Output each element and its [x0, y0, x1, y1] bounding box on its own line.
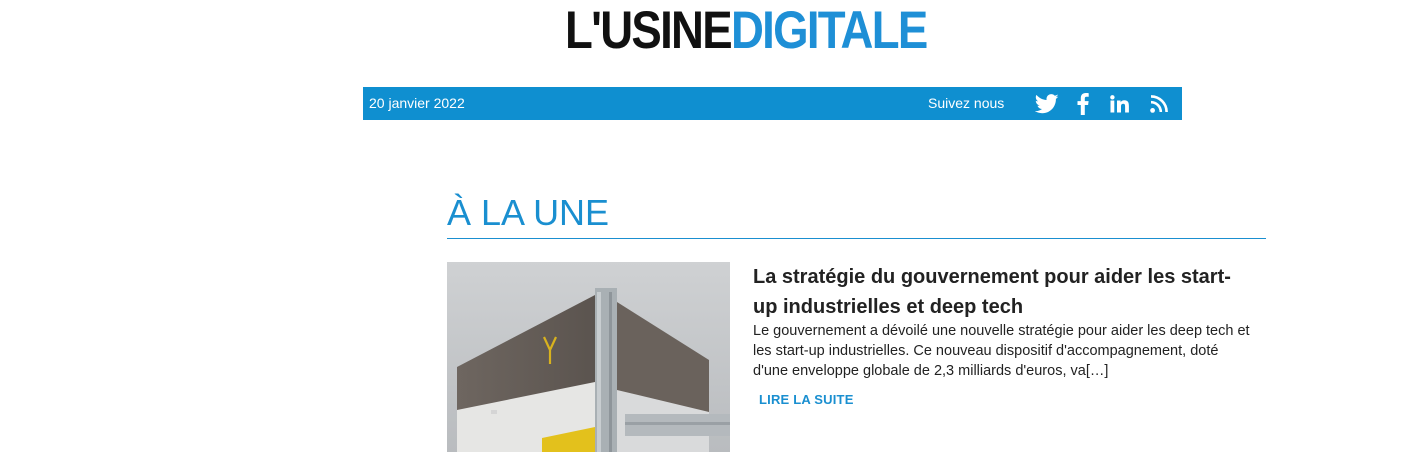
building-photo: [447, 262, 730, 452]
follow-us-label: Suivez nous: [928, 95, 1005, 111]
rss-link[interactable]: [1148, 92, 1170, 116]
facebook-link[interactable]: [1073, 92, 1093, 116]
logo-text-usine: L'USINE: [565, 1, 733, 60]
twitter-link[interactable]: [1034, 92, 1060, 116]
article-excerpt: Le gouvernement a dévoilé une nouvelle s…: [753, 323, 1250, 379]
newsletter-page: L'USINE DIGITALE 20 janvier 2022 Suivez n…: [0, 0, 1412, 476]
section-title: À LA UNE: [447, 192, 610, 233]
read-more-link[interactable]: LIRE LA SUITE: [759, 392, 854, 408]
linkedin-icon: [1110, 95, 1129, 113]
article-title[interactable]: La stratégie du gouvernement pour aider …: [753, 262, 1253, 322]
rss-icon: [1150, 95, 1168, 113]
issue-date: 20 janvier 2022: [369, 95, 465, 111]
twitter-icon: [1035, 94, 1059, 114]
article-image[interactable]: [447, 262, 730, 452]
site-logo[interactable]: L'USINE DIGITALE: [0, 0, 1412, 70]
header-bar: 20 janvier 2022 Suivez nous: [363, 87, 1182, 120]
site-logo-wordmark: L'USINE DIGITALE: [565, 1, 928, 60]
section-divider: [447, 238, 1266, 239]
facebook-icon: [1077, 93, 1089, 115]
linkedin-link[interactable]: [1109, 92, 1131, 116]
logo-text-digitale: DIGITALE: [730, 1, 928, 60]
